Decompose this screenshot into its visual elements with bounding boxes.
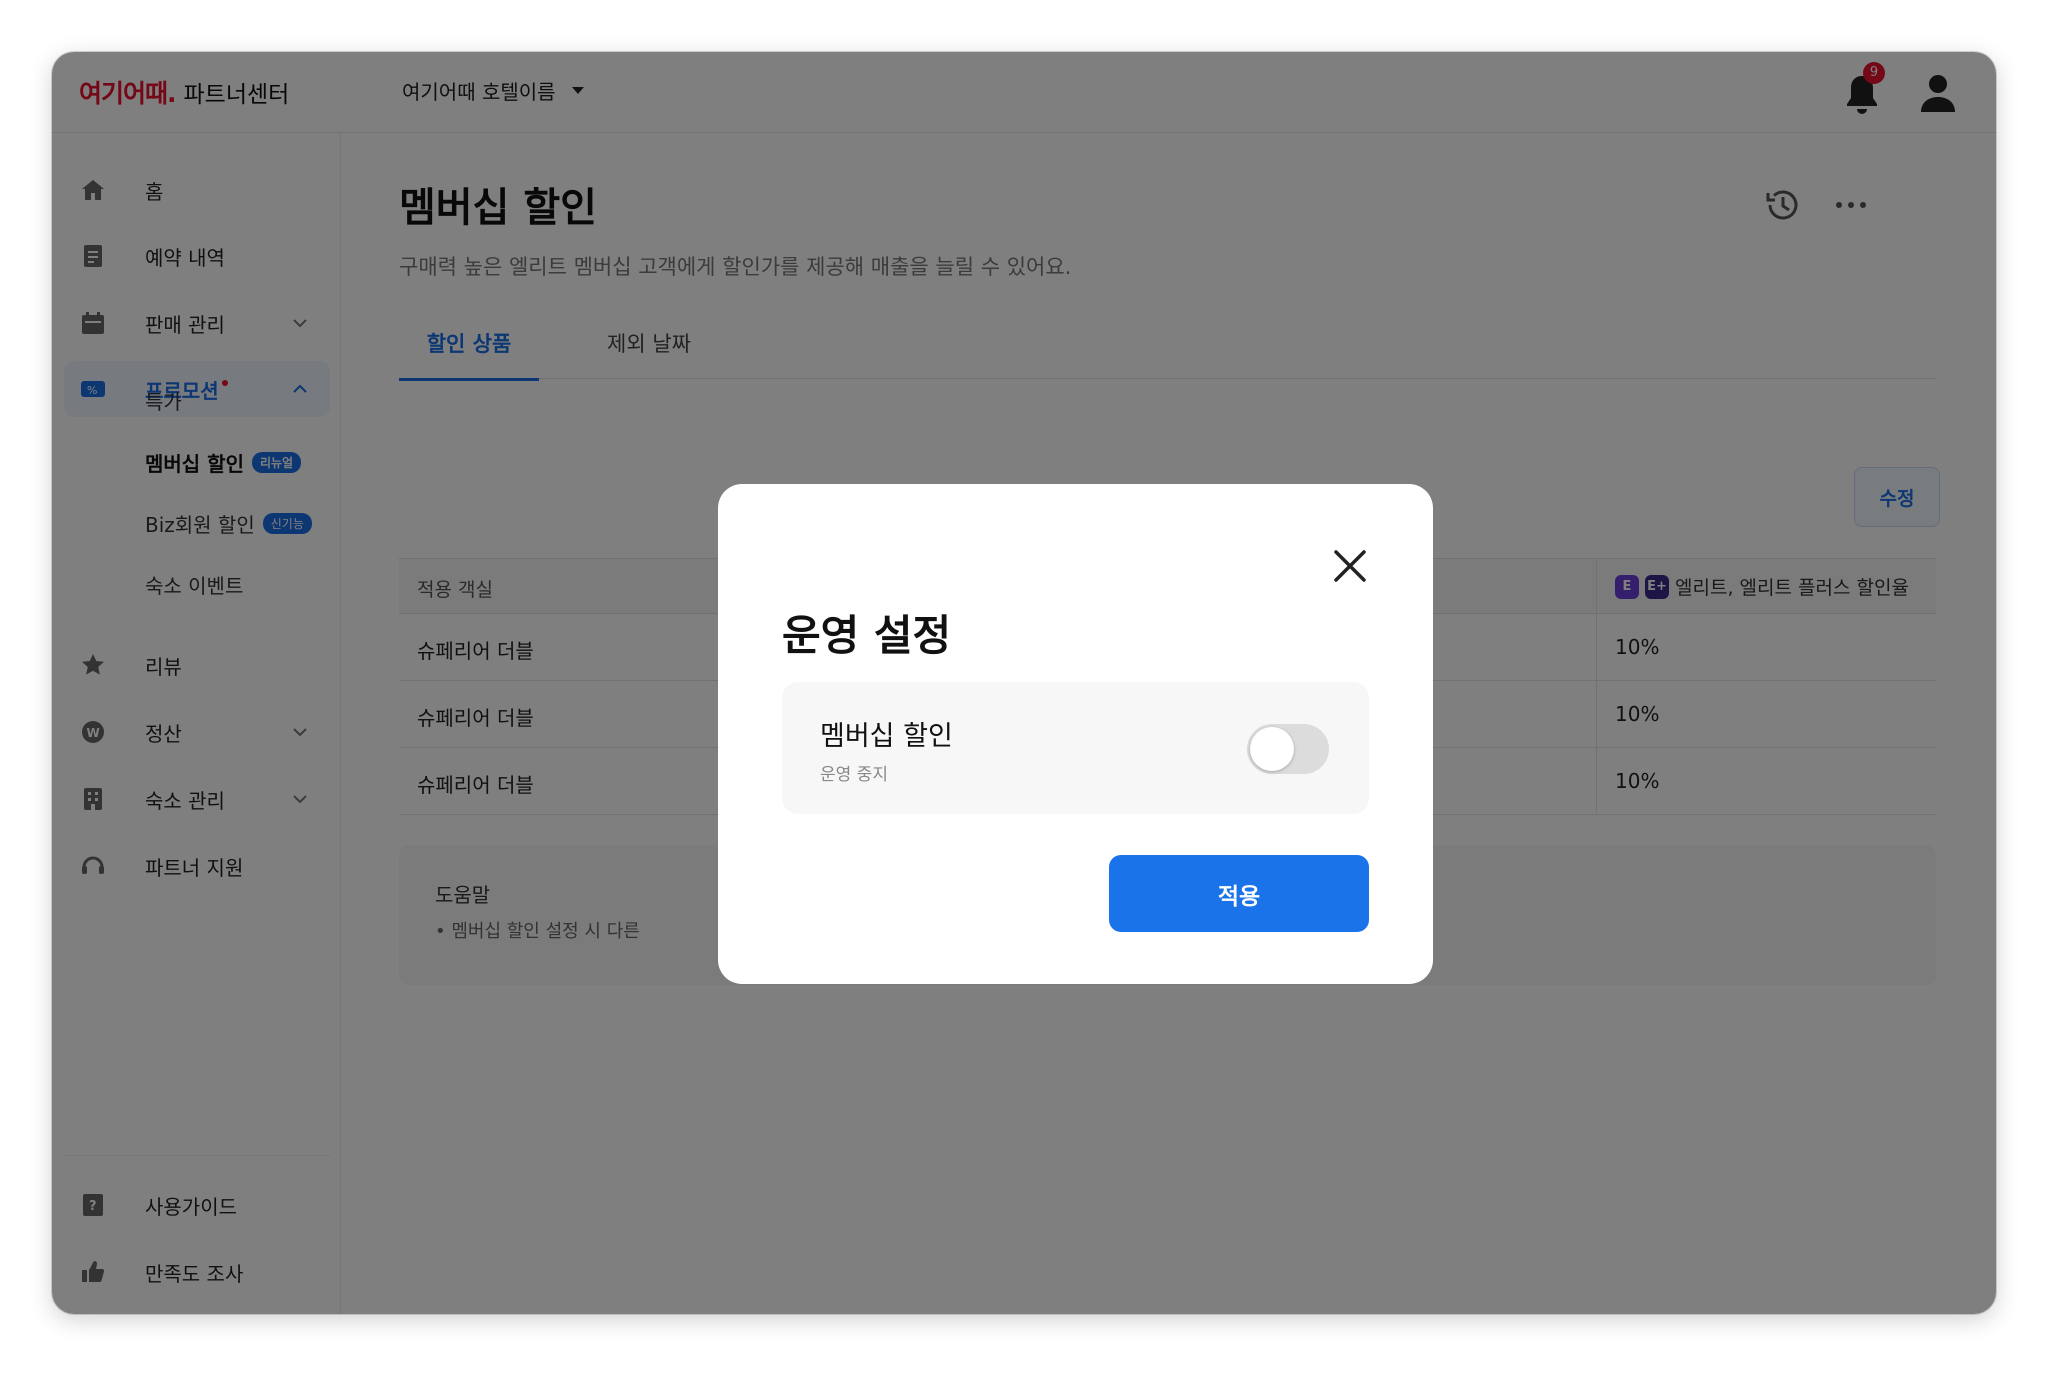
setting-title: 멤버십 할인 (820, 721, 953, 752)
close-icon[interactable] (1331, 547, 1369, 585)
membership-toggle[interactable] (1247, 724, 1329, 774)
apply-button[interactable]: 적용 (1109, 855, 1369, 932)
setting-status: 운영 중지 (820, 765, 888, 785)
modal-title: 운영 설정 (782, 611, 952, 660)
app-window: 여기어때. 파트너센터 여기어때 호텔이름 9 홈 예약 내역 판매 관리 (52, 52, 1996, 1314)
operation-settings-modal: 운영 설정 멤버십 할인 운영 중지 적용 (718, 484, 1433, 984)
toggle-knob (1250, 727, 1294, 771)
membership-setting-card: 멤버십 할인 운영 중지 (782, 682, 1369, 814)
